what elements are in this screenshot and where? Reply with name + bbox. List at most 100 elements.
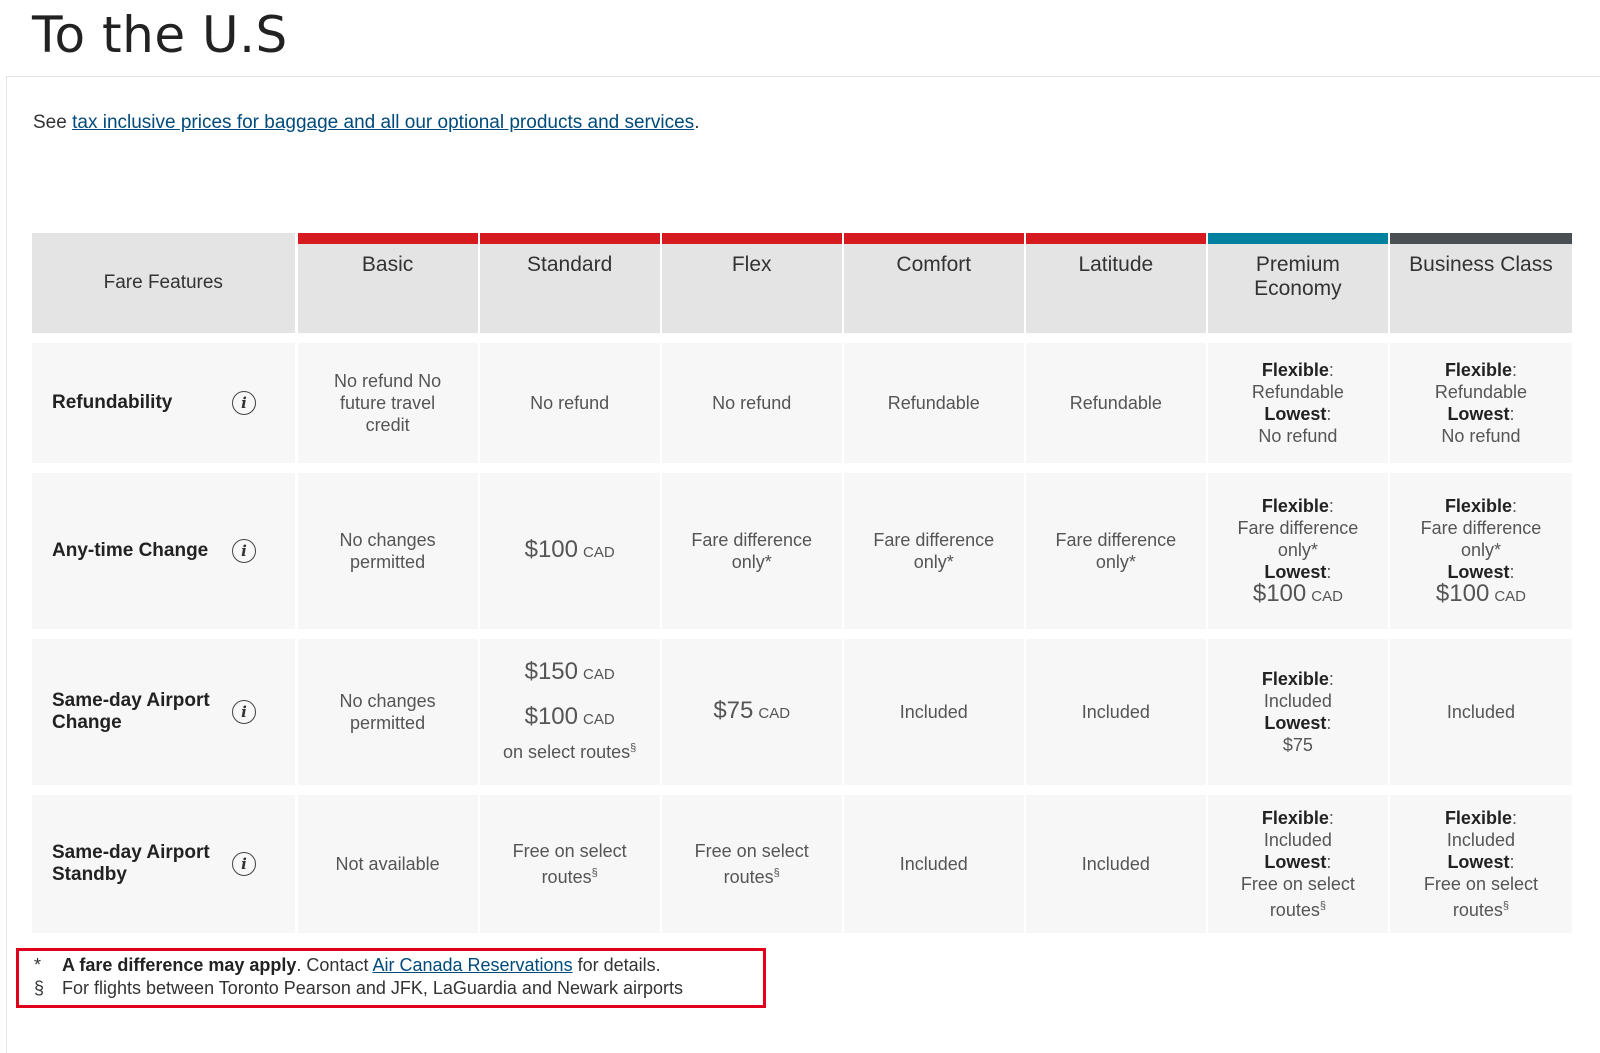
cell-business-class: Flexible: Fare difference only* Lowest: … — [1389, 473, 1572, 629]
column-name: Latitude — [1078, 253, 1154, 276]
currency: CAD — [1494, 587, 1526, 605]
column-header-premium-economy: Premium Economy — [1207, 233, 1390, 333]
cell-text: Included — [1081, 702, 1150, 722]
intro-suffix: . — [694, 112, 700, 133]
info-icon[interactable]: i — [232, 391, 256, 415]
colon: : — [1511, 360, 1517, 380]
fare-comparison-table: Fare Features Basic Standard Flex Comfor… — [32, 233, 1572, 933]
section-mark: § — [630, 742, 637, 754]
price: $100 — [1435, 579, 1490, 607]
colon: : — [1328, 669, 1334, 689]
section-mark: § — [1502, 900, 1510, 912]
fare-color-bar — [1025, 233, 1206, 244]
cell-text: Not available — [335, 854, 440, 874]
row-label-cell: Refundability i — [32, 343, 298, 463]
cell-text: Refundable — [887, 393, 980, 413]
cell-comfort: Included — [843, 795, 1026, 933]
price: $100 — [524, 703, 578, 730]
cell-latitude: Refundable — [1025, 343, 1208, 463]
cell-latitude: Included — [1025, 639, 1208, 785]
page-title: To the U.S — [32, 6, 288, 64]
fare-color-bar — [843, 233, 1024, 244]
footnote-select-routes: § For flights between Toronto Pearson and… — [34, 978, 683, 999]
cell-standard: $150 CAD $100 CAD on select routes§ — [479, 639, 662, 785]
fare-color-bar — [297, 233, 478, 244]
cell-flex: No refund — [661, 343, 844, 463]
intro-prefix: See — [33, 112, 73, 133]
select-routes-note: on select routes — [503, 742, 631, 762]
cell-text: Fare difference only* — [691, 530, 813, 572]
flexible-value: Included — [1263, 691, 1332, 711]
flexible-label: Flexible — [1261, 495, 1329, 516]
cell-text: Free on select routes§ — [687, 840, 817, 888]
currency: CAD — [758, 704, 791, 722]
info-icon[interactable]: i — [232, 852, 256, 876]
row-label-cell: Same-day Airport Change i — [32, 639, 298, 785]
cell-premium-economy: Flexible: Included Lowest: $75 — [1207, 639, 1390, 785]
lowest-label: Lowest — [1447, 852, 1510, 872]
flexible-value: Refundable — [1434, 382, 1527, 402]
cell-text: Refundable — [1069, 393, 1162, 413]
cell-flex: $75 CAD — [661, 639, 844, 785]
cell-flex: Fare difference only* — [661, 473, 844, 629]
lowest-label: Lowest — [1264, 852, 1327, 872]
flexible-label: Flexible — [1444, 360, 1512, 380]
colon: : — [1326, 561, 1332, 582]
section-mark: § — [591, 867, 598, 879]
intro-text: See tax inclusive prices for baggage and… — [33, 112, 699, 134]
routes-text: Free on select routes — [694, 841, 809, 887]
colon: : — [1509, 404, 1515, 424]
fare-features-label: Fare Features — [103, 272, 223, 293]
lowest-value: Free on select routes — [1423, 874, 1538, 920]
cell-text: Fare difference only* — [1055, 530, 1177, 572]
table-header-row: Fare Features Basic Standard Flex Comfor… — [32, 233, 1572, 333]
asterisk-symbol: * — [34, 955, 42, 975]
row-label: Any-time Change — [52, 540, 209, 561]
info-icon[interactable]: i — [232, 539, 256, 563]
colon: : — [1326, 713, 1332, 733]
lowest-value: No refund — [1258, 426, 1338, 446]
cell-standard: No refund — [479, 343, 662, 463]
cell-latitude: Fare difference only* — [1025, 473, 1208, 629]
column-header-flex: Flex — [661, 233, 844, 333]
column-name: Business Class — [1409, 253, 1553, 276]
cell-text: No changes permitted — [339, 530, 436, 572]
cell-flex: Free on select routes§ — [661, 795, 844, 933]
colon: : — [1326, 404, 1332, 424]
price: $100 — [524, 535, 578, 563]
colon: : — [1511, 808, 1517, 828]
currency: CAD — [583, 666, 615, 683]
cell-basic: No changes permitted — [297, 473, 480, 629]
lowest-label: Lowest — [1264, 561, 1327, 582]
lowest-label: Lowest — [1447, 404, 1510, 424]
cell-basic: No changes permitted — [297, 639, 480, 785]
flexible-value: Included — [1446, 830, 1515, 850]
column-header-standard: Standard — [479, 233, 662, 333]
colon: : — [1328, 360, 1334, 380]
lowest-label: Lowest — [1447, 561, 1510, 582]
colon: : — [1328, 808, 1334, 828]
optional-services-link[interactable]: tax inclusive prices for baggage and all… — [72, 112, 694, 133]
colon: : — [1509, 561, 1515, 582]
cell-business-class: Included — [1389, 639, 1572, 785]
column-name: Standard — [527, 253, 613, 276]
air-canada-reservations-link[interactable]: Air Canada Reservations — [372, 955, 572, 975]
colon: : — [1509, 852, 1515, 872]
info-icon[interactable]: i — [232, 700, 256, 724]
lowest-value: Free on select routes — [1240, 874, 1355, 920]
lowest-label: Lowest — [1264, 404, 1327, 424]
flexible-label: Flexible — [1444, 808, 1512, 828]
lowest-label: Lowest — [1264, 713, 1327, 733]
cell-premium-economy: Flexible: Included Lowest: Free on selec… — [1207, 795, 1390, 933]
price: $75 — [713, 696, 754, 724]
flexible-label: Flexible — [1444, 495, 1512, 516]
cell-premium-economy: Flexible: Refundable Lowest: No refund — [1207, 343, 1390, 463]
footnote-fare-difference: * A fare difference may apply. Contact Ai… — [34, 955, 661, 976]
row-label-cell: Any-time Change i — [32, 473, 298, 629]
cell-basic: No refund No future travel credit — [297, 343, 480, 463]
column-header-business-class: Business Class — [1389, 233, 1572, 333]
currency: CAD — [1311, 587, 1343, 605]
section-mark: § — [1319, 900, 1326, 912]
fare-features-header: Fare Features — [32, 233, 298, 333]
price: $150 — [524, 658, 578, 685]
